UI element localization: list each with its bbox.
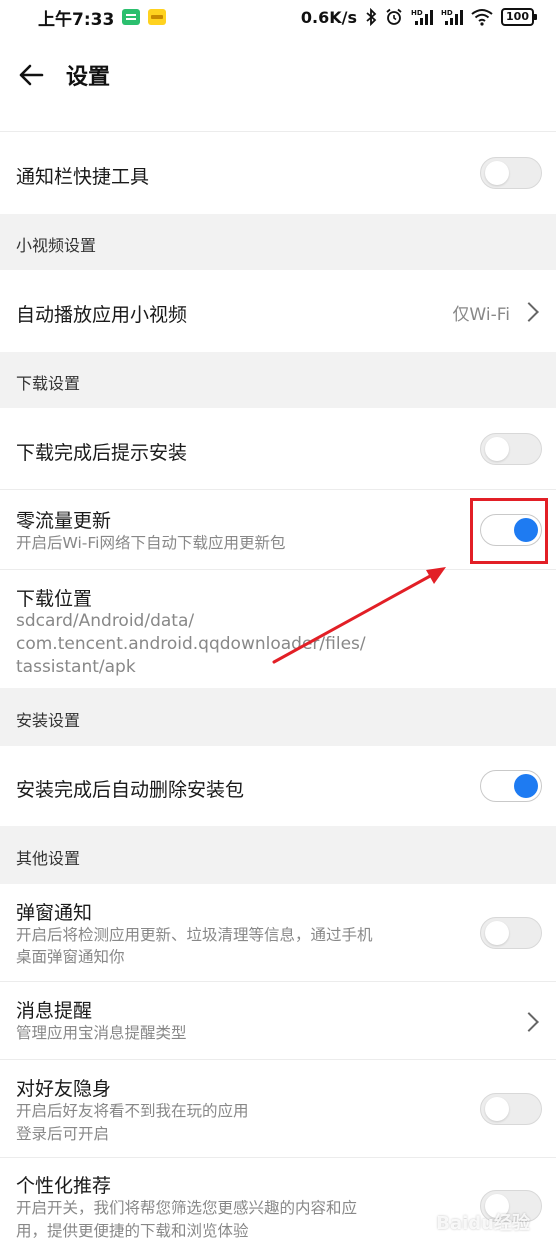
- wifi-icon: [471, 8, 493, 26]
- row-popup-notification[interactable]: 弹窗通知 开启后将检测应用更新、垃圾清理等信息，通过手机 桌面弹窗通知你: [0, 884, 556, 982]
- row-title: 对好友隐身: [16, 1078, 112, 1100]
- watermark-logo: Baidu经验: [436, 1213, 530, 1234]
- row-notification-tools[interactable]: 通知栏快捷工具: [0, 132, 556, 214]
- row-download-location[interactable]: 下载位置 sdcard/Android/data/ com.tencent.an…: [0, 570, 556, 688]
- news-app-icon: [148, 9, 167, 25]
- message-app-icon: [122, 9, 141, 25]
- top-spacer: [0, 116, 556, 132]
- row-personalized-recommend[interactable]: 个性化推荐 开启开关，我们将帮您筛选您更感兴趣的内容和应 用，提供更便捷的下载和…: [0, 1158, 556, 1249]
- annotation-highlight-box: [470, 498, 548, 564]
- row-invisible-to-friends[interactable]: 对好友隐身 开启后好友将看不到我在玩的应用 登录后可开启: [0, 1060, 556, 1158]
- row-title: 个性化推荐: [16, 1175, 112, 1197]
- status-time: 上午7:33: [38, 9, 115, 30]
- install-prompt-toggle[interactable]: [480, 433, 542, 465]
- section-other-settings: 其他设置: [16, 849, 81, 868]
- notification-tools-toggle[interactable]: [480, 157, 542, 189]
- page-title: 设置: [66, 65, 111, 90]
- row-subtitle-line-1: 开启开关，我们将帮您筛选您更感兴趣的内容和应: [16, 1199, 358, 1217]
- download-path-line-3: tassistant/apk: [16, 657, 136, 677]
- download-path-line-1: sdcard/Android/data/: [16, 611, 195, 631]
- battery-indicator: 100: [501, 8, 537, 26]
- section-install-settings: 安装设置: [16, 711, 81, 730]
- back-arrow-icon: [19, 64, 44, 86]
- row-subtitle-line-1: 开启后将检测应用更新、垃圾清理等信息，通过手机: [16, 926, 373, 944]
- row-title: 安装完成后自动删除安装包: [16, 779, 245, 801]
- section-download-settings: 下载设置: [16, 374, 81, 393]
- row-subtitle: 开启后Wi-Fi网络下自动下载应用更新包: [16, 534, 286, 552]
- row-message-remind[interactable]: 消息提醒 管理应用宝消息提醒类型: [0, 982, 556, 1060]
- row-title: 弹窗通知: [16, 902, 93, 924]
- toggle-knob: [485, 1097, 509, 1121]
- autoplay-value: 仅Wi-Fi: [452, 305, 510, 325]
- status-bar: 上午7:33 0.6K/s HD HD 100: [0, 0, 556, 34]
- svg-text:HD: HD: [411, 9, 423, 17]
- row-subtitle-line-2: 桌面弹窗通知你: [16, 948, 125, 966]
- header: 设置: [0, 34, 556, 116]
- section-video-settings: 小视频设置: [16, 236, 97, 255]
- alarm-icon: [385, 8, 403, 26]
- toggle-knob: [485, 161, 509, 185]
- toggle-knob: [485, 437, 509, 461]
- row-subtitle-line-2: 用，提供更便捷的下载和浏览体验: [16, 1222, 249, 1240]
- row-title: 下载位置: [16, 588, 93, 610]
- row-title: 下载完成后提示安装: [16, 442, 188, 464]
- row-auto-delete-package[interactable]: 安装完成后自动删除安装包: [0, 746, 556, 826]
- popup-notification-toggle[interactable]: [480, 917, 542, 949]
- row-subtitle: 管理应用宝消息提醒类型: [16, 1024, 187, 1042]
- toggle-knob: [485, 921, 509, 945]
- network-speed: 0.6K/s: [300, 7, 358, 27]
- signal-hd-icon: HD: [411, 8, 434, 26]
- svg-text:HD: HD: [441, 9, 453, 17]
- auto-delete-toggle[interactable]: [480, 770, 542, 802]
- chevron-right-icon: [519, 1012, 539, 1032]
- row-title: 消息提醒: [16, 1000, 93, 1022]
- row-install-prompt[interactable]: 下载完成后提示安装: [0, 408, 556, 490]
- invisible-friends-toggle[interactable]: [480, 1093, 542, 1125]
- row-subtitle-line-1: 开启后好友将看不到我在玩的应用: [16, 1102, 249, 1120]
- download-path-line-2: com.tencent.android.qqdownloader/files/: [16, 634, 366, 654]
- chevron-right-icon: [519, 302, 539, 322]
- row-autoplay-video[interactable]: 自动播放应用小视频 仅Wi-Fi: [0, 270, 556, 352]
- bluetooth-icon: [365, 8, 377, 26]
- row-title: 零流量更新: [16, 510, 112, 532]
- row-title: 通知栏快捷工具: [16, 166, 150, 188]
- back-button[interactable]: [0, 34, 62, 116]
- toggle-knob: [514, 774, 538, 798]
- row-title: 自动播放应用小视频: [16, 304, 188, 326]
- row-subtitle-line-2: 登录后可开启: [16, 1125, 110, 1143]
- signal-hd-icon-2: HD: [441, 8, 464, 26]
